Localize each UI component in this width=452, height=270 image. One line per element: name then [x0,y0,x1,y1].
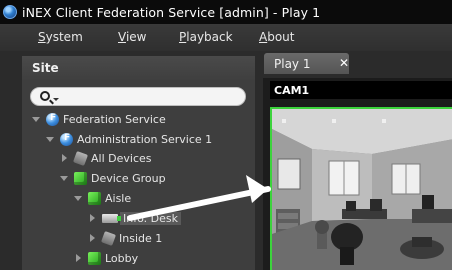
window-title: iNEX Client Federation Service [admin] -… [22,4,321,20]
tree-item-label: Lobby [105,251,139,265]
federation-icon [46,112,59,126]
group-icon [74,171,87,185]
site-search-input[interactable] [61,89,241,104]
collapse-arrow-icon[interactable] [62,154,67,162]
menu-about-accelerator: A [259,30,268,44]
video-viewer: CAM1 [263,78,452,270]
search-dropdown-icon[interactable] [53,98,59,101]
menu-system-accelerator: S [38,30,46,44]
office-scene-image [272,109,452,270]
tree-item-all-devices[interactable]: All Devices [60,149,151,167]
camera-video-feed[interactable] [270,107,452,270]
tree-item-device-group[interactable]: Device Group [60,169,166,187]
site-panel: Site Federation Service Administration S… [22,56,255,270]
tree-item-label: Federation Service [63,112,166,126]
site-panel-title: Site [22,56,255,80]
tree-item-label: Inside 1 [119,231,163,245]
menu-system[interactable]: System [38,30,83,44]
collapse-arrow-icon[interactable] [90,214,95,222]
device-icon [101,230,116,246]
app-globe-icon [3,5,17,19]
group-icon [88,191,101,205]
title-bar: iNEX Client Federation Service [admin] -… [0,0,452,24]
menu-view[interactable]: View [118,30,146,44]
tree-item-administration-service[interactable]: Administration Service 1 [46,130,212,148]
site-search-box[interactable] [30,87,246,106]
expand-arrow-icon[interactable] [46,136,54,142]
tree-item-label: Administration Service 1 [77,132,213,146]
expand-arrow-icon[interactable] [74,195,82,201]
camera-label: CAM1 [270,81,452,99]
tree-item-label-selected: Info. Desk [120,211,181,225]
group-icon [88,251,101,265]
tab-strip: Play 1 ✕ [255,51,452,78]
menu-view-label: iew [125,30,147,44]
collapse-arrow-icon[interactable] [76,254,81,262]
tree-item-info-desk[interactable]: Info. Desk [88,209,181,227]
tree-item-lobby[interactable]: Lobby [74,249,138,267]
menu-playback-label: layback [186,30,233,44]
tab-label: Play 1 [274,56,311,71]
search-icon[interactable] [40,91,50,101]
tree-item-label: Aisle [105,191,132,205]
tab-play-1[interactable]: Play 1 ✕ [264,53,349,74]
menu-about-label: bout [267,30,295,44]
federation-icon [60,132,73,146]
close-icon[interactable]: ✕ [339,56,349,70]
menu-system-label: ystem [45,30,83,44]
tree-item-aisle[interactable]: Aisle [74,189,131,207]
device-icon [73,150,88,166]
expand-arrow-icon[interactable] [32,116,40,122]
menu-playback[interactable]: Playback [179,30,233,44]
camera-icon [102,213,121,223]
tree-item-federation-service[interactable]: Federation Service [32,110,166,128]
menu-about[interactable]: About [259,30,295,44]
menu-view-accelerator: V [118,30,126,44]
collapse-arrow-icon[interactable] [90,234,95,242]
tree-item-inside-1[interactable]: Inside 1 [88,229,162,247]
expand-arrow-icon[interactable] [60,175,68,181]
tree-item-label: All Devices [91,151,152,165]
menu-bar: System View Playback About [0,24,452,51]
tree-item-label: Device Group [91,171,166,185]
